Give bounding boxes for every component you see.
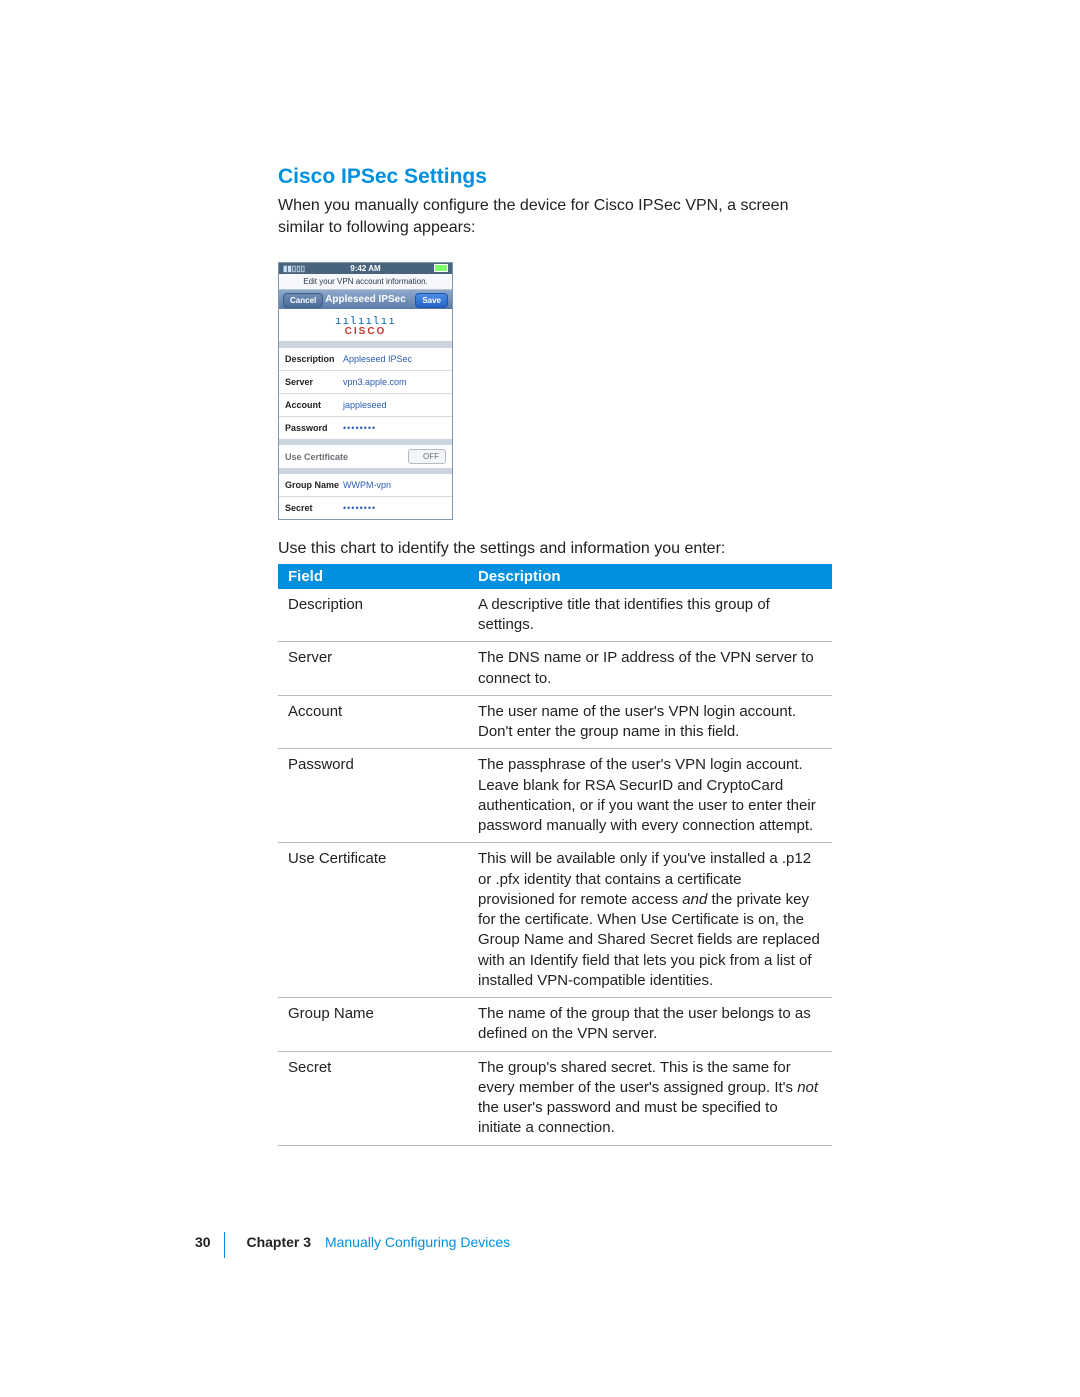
table-row: Use Certificate This will be available o…	[278, 843, 832, 998]
settings-table: Field Description Description A descript…	[278, 564, 832, 1146]
table-row: Description A descriptive title that ide…	[278, 589, 832, 642]
cisco-wordmark: CISCO	[279, 326, 452, 337]
cell-desc: The name of the group that the user belo…	[468, 998, 832, 1052]
row-group-name[interactable]: Group Name WWPM-vpn	[279, 474, 452, 496]
status-bar: ▮▮▯▯▯ 9:42 AM	[279, 263, 452, 274]
cell-field: Server	[278, 642, 468, 696]
cell-field: Description	[278, 589, 468, 642]
page-number: 30	[195, 1234, 211, 1250]
label-server: Server	[285, 377, 343, 387]
table-row: Server The DNS name or IP address of the…	[278, 642, 832, 696]
cell-desc: The user name of the user's VPN login ac…	[468, 695, 832, 749]
label-group-name: Group Name	[285, 480, 343, 490]
page-footer: 30 Chapter 3 Manually Configuring Device…	[195, 1234, 510, 1250]
value-secret: ••••••••	[343, 503, 376, 513]
vpn-screenshot: ▮▮▯▯▯ 9:42 AM Edit your VPN account info…	[278, 262, 453, 520]
table-row: Password The passphrase of the user's VP…	[278, 749, 832, 843]
page: Cisco IPSec Settings When you manually c…	[0, 0, 1080, 1397]
status-time: 9:42 AM	[350, 264, 380, 273]
row-password[interactable]: Password ••••••••	[279, 416, 452, 439]
value-description: Appleseed IPSec	[343, 354, 412, 364]
intro-paragraph: When you manually configure the device f…	[278, 195, 832, 238]
chapter-label: Chapter 3	[246, 1234, 311, 1250]
value-server: vpn3.apple.com	[343, 377, 407, 387]
cell-field: Secret	[278, 1051, 468, 1145]
battery-icon	[434, 264, 448, 272]
section-heading: Cisco IPSec Settings	[278, 165, 832, 189]
nav-title: Appleseed IPSec	[325, 294, 406, 305]
cell-desc: This will be available only if you've in…	[468, 843, 832, 998]
row-secret[interactable]: Secret ••••••••	[279, 496, 452, 519]
edit-subtitle: Edit your VPN account information.	[279, 274, 452, 290]
th-field: Field	[278, 564, 468, 589]
signal-icon: ▮▮▯▯▯	[283, 264, 305, 273]
table-row: Account The user name of the user's VPN …	[278, 695, 832, 749]
cisco-logo: ıılıılıı CISCO	[279, 309, 452, 342]
cisco-bars-icon: ıılıılıı	[279, 315, 452, 326]
cell-field: Group Name	[278, 998, 468, 1052]
chart-intro: Use this chart to identify the settings …	[278, 538, 832, 560]
th-description: Description	[468, 564, 832, 589]
cancel-button[interactable]: Cancel	[283, 293, 323, 308]
row-use-certificate[interactable]: Use Certificate OFF	[279, 445, 452, 468]
label-description: Description	[285, 354, 343, 364]
row-account[interactable]: Account jappleseed	[279, 393, 452, 416]
cell-field: Use Certificate	[278, 843, 468, 998]
chapter-name: Manually Configuring Devices	[325, 1234, 510, 1250]
table-row: Secret The group's shared secret. This i…	[278, 1051, 832, 1145]
save-button[interactable]: Save	[415, 293, 448, 308]
value-group-name: WWPM-vpn	[343, 480, 391, 490]
cell-desc: The DNS name or IP address of the VPN se…	[468, 642, 832, 696]
row-description[interactable]: Description Appleseed IPSec	[279, 348, 452, 370]
cell-field: Account	[278, 695, 468, 749]
nav-bar: Cancel Appleseed IPSec Save	[279, 290, 452, 309]
value-password: ••••••••	[343, 423, 376, 433]
label-use-certificate: Use Certificate	[285, 452, 408, 462]
cell-field: Password	[278, 749, 468, 843]
label-password: Password	[285, 423, 343, 433]
cell-desc: A descriptive title that identifies this…	[468, 589, 832, 642]
label-account: Account	[285, 400, 343, 410]
value-account: jappleseed	[343, 400, 387, 410]
use-certificate-switch[interactable]: OFF	[408, 449, 446, 464]
row-server[interactable]: Server vpn3.apple.com	[279, 370, 452, 393]
table-row: Group Name The name of the group that th…	[278, 998, 832, 1052]
label-secret: Secret	[285, 503, 343, 513]
cell-desc: The group's shared secret. This is the s…	[468, 1051, 832, 1145]
cell-desc: The passphrase of the user's VPN login a…	[468, 749, 832, 843]
